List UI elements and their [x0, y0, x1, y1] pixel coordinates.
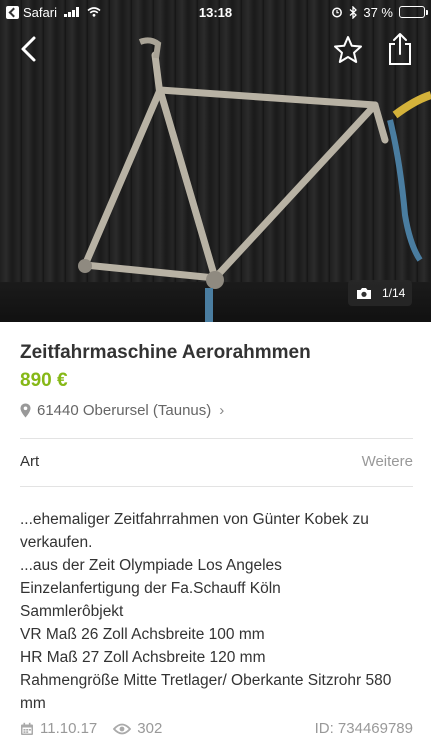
star-icon[interactable] [332, 34, 364, 66]
wifi-icon [87, 7, 101, 17]
listing-views: 302 [113, 720, 162, 737]
listing-date: 11.10.17 [20, 720, 97, 737]
camera-icon [357, 287, 371, 299]
bluetooth-icon [349, 5, 358, 19]
divider [20, 486, 413, 487]
share-icon[interactable] [386, 32, 414, 66]
calendar-icon [21, 722, 33, 735]
description-line: ...aus der Zeit Olympiade Los Angeles [20, 557, 282, 574]
listing-description: ...ehemaliger Zeitfahrrahmen von Günter … [20, 508, 413, 715]
views-text: 302 [137, 720, 163, 737]
listing-id: ID: 734469789 [314, 720, 413, 737]
description-line: Einzelanfertigung der Fa.Schauff Köln [20, 580, 281, 597]
date-text: 11.10.17 [40, 720, 98, 737]
divider [20, 438, 413, 439]
location-text: 61440 Oberursel (Taunus) [37, 402, 212, 419]
listing-photo[interactable] [0, 0, 431, 322]
status-app-name[interactable]: Safari [23, 5, 57, 20]
back-to-app-icon[interactable] [6, 5, 19, 19]
bike-frame-image [78, 37, 431, 322]
chevron-right-icon: › [219, 402, 225, 419]
listing-meta: 11.10.17 302 ID: 734469789 [20, 720, 413, 737]
listing-title: Zeitfahrmaschine Aerorahmmen [20, 342, 311, 363]
attribute-label: Art [20, 453, 40, 470]
battery-percentage: 37 % [363, 4, 393, 20]
alarm-icon [332, 7, 343, 18]
attribute-value: Weitere [361, 453, 413, 470]
photo-counter-text: 1/14 [382, 286, 406, 300]
attribute-row: Art Weitere [20, 453, 413, 470]
status-time: 13:18 [198, 4, 233, 20]
status-bar: Safari 13:18 37 % [0, 0, 431, 24]
listing-price: 890 € [20, 370, 68, 391]
location-link[interactable]: 61440 Oberursel (Taunus) › [20, 402, 224, 419]
description-line: HR Maß 27 Zoll Achsbreite 120 mm [20, 649, 266, 666]
eye-icon [113, 723, 132, 734]
signal-icon [63, 7, 79, 17]
photo-counter[interactable]: 1/14 [348, 280, 412, 306]
description-line: Sammlerôbjekt [20, 603, 124, 620]
back-arrow-icon[interactable] [14, 34, 44, 64]
battery-icon [399, 6, 428, 18]
location-pin-icon [20, 403, 31, 418]
description-line: Rahmengröße Mitte Tretlager/ Oberkante S… [20, 672, 392, 712]
description-line: VR Maß 26 Zoll Achsbreite 100 mm [20, 626, 265, 643]
description-line: ...ehemaliger Zeitfahrrahmen von Günter … [20, 511, 369, 551]
